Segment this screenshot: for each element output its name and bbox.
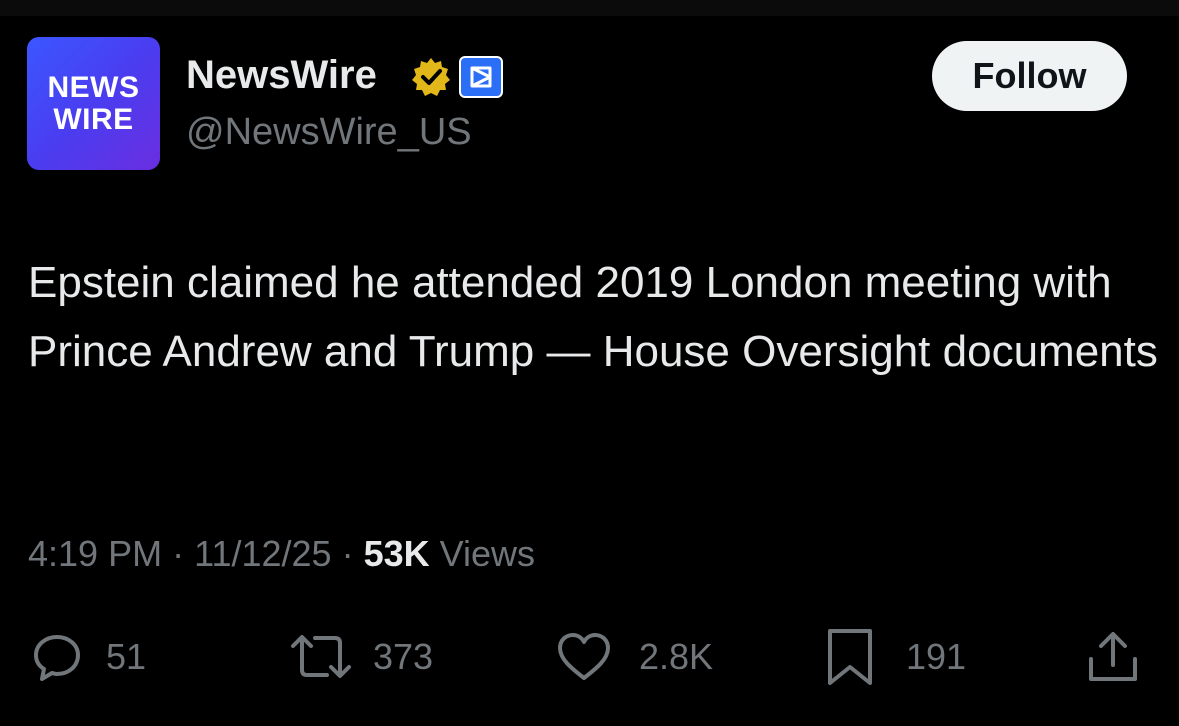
- bookmark-count: 191: [906, 636, 967, 677]
- share-button[interactable]: [1085, 627, 1141, 687]
- tweet-meta: 4:19 PM · 11/12/25 · 53K Views: [28, 533, 535, 575]
- heart-icon: [558, 633, 610, 680]
- like-button[interactable]: 2.8K: [555, 627, 713, 687]
- top-strip: [0, 0, 1179, 16]
- meta-separator: ·: [172, 533, 185, 574]
- avatar-text-line1: NEWS: [47, 70, 140, 104]
- share-icon: [1089, 632, 1137, 681]
- meta-separator: ·: [341, 533, 354, 574]
- repost-button[interactable]: 373: [287, 627, 433, 687]
- tweet-date[interactable]: 11/12/25: [194, 533, 331, 574]
- views-label: Views: [439, 533, 536, 574]
- tweet-text: Epstein claimed he attended 2019 London …: [28, 258, 1158, 376]
- account-handle[interactable]: @NewsWire_US: [186, 111, 472, 154]
- bookmark-button[interactable]: 191: [826, 627, 966, 687]
- repost-icon: [291, 635, 351, 678]
- reply-icon: [34, 635, 80, 681]
- repost-count: 373: [373, 636, 434, 677]
- verified-badge-icon[interactable]: [410, 56, 452, 98]
- follow-button[interactable]: Follow: [932, 41, 1127, 111]
- avatar[interactable]: NEWS WIRE: [27, 37, 160, 170]
- affiliate-logo-icon: [470, 66, 492, 88]
- reply-count: 51: [106, 636, 147, 677]
- views-count: 53K: [363, 533, 430, 574]
- affiliate-badge-icon[interactable]: [459, 56, 503, 98]
- like-count: 2.8K: [639, 636, 714, 677]
- bookmark-icon: [828, 629, 872, 685]
- reply-button[interactable]: 51: [30, 627, 146, 687]
- display-name[interactable]: NewsWire: [186, 53, 377, 98]
- avatar-text-line2: WIRE: [53, 102, 134, 136]
- tweet-time[interactable]: 4:19 PM: [28, 533, 162, 574]
